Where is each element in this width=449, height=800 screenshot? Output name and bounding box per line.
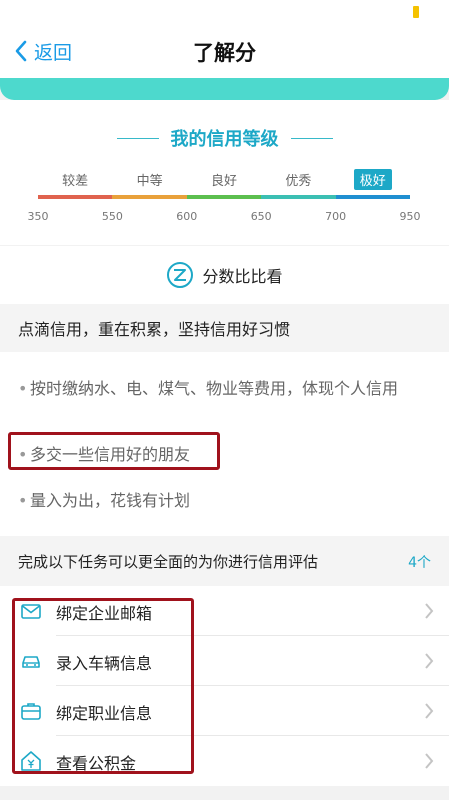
grade-segment <box>261 195 336 199</box>
chevron-right-icon <box>425 703 434 719</box>
score-tick: 350 <box>27 210 49 223</box>
task-label: 录入车辆信息 <box>56 654 153 673</box>
nav-bar: 返回 了解分 <box>0 22 449 78</box>
grade-segment <box>186 195 262 199</box>
grade-label: 中等 <box>136 174 163 189</box>
score-compare-button[interactable]: 分数比比看 <box>0 246 449 304</box>
tasks-header: 完成以下任务可以更全面的为你进行信用评估 4个 <box>0 536 449 586</box>
tasks-list: 绑定企业邮箱 录入车辆信息 绑定职业信息 查看公积金 <box>0 586 449 786</box>
battery-icon <box>413 6 419 18</box>
grade-label: 良好 <box>210 174 238 189</box>
chevron-right-icon <box>425 653 434 669</box>
grade-segment <box>335 195 411 199</box>
tasks-header-label: 完成以下任务可以更全面的为你进行信用评估 <box>18 553 319 571</box>
grade-scale-bar <box>38 195 411 199</box>
title-divider-right <box>290 137 333 139</box>
car-icon <box>22 656 40 668</box>
page-title: 了解分 <box>193 41 256 65</box>
grade-label: 极好 <box>353 169 392 190</box>
credit-level-card: 我的信用等级 较差 中等 良好 优秀 极好 350 550 600 650 700 950 <box>0 100 449 245</box>
score-ticks: 350 550 600 650 700 950 <box>28 210 421 226</box>
task-label: 查看公积金 <box>56 754 137 773</box>
chevron-right-icon <box>425 753 434 769</box>
score-tick: 950 <box>399 210 421 223</box>
task-housing-fund[interactable]: 查看公积金 <box>0 736 449 786</box>
level-title-row: 我的信用等级 <box>0 126 449 150</box>
briefcase-icon <box>21 703 41 720</box>
task-bind-email[interactable]: 绑定企业邮箱 <box>0 586 449 636</box>
score-tick: 550 <box>101 210 123 223</box>
score-tick: 650 <box>250 210 272 223</box>
grade-segment <box>112 195 187 199</box>
chevron-right-icon <box>425 603 434 619</box>
tip-item: 量入为出，花钱有计划 <box>18 490 419 512</box>
status-bar <box>0 0 449 22</box>
task-label: 绑定职业信息 <box>56 704 153 723</box>
tip-item: 按时缴纳水、电、煤气、物业等费用，体现个人信用 <box>18 378 419 400</box>
compare-icon <box>167 262 194 288</box>
compare-label: 分数比比看 <box>202 267 283 286</box>
tips-list: 按时缴纳水、电、煤气、物业等费用，体现个人信用 多交一些信用好的朋友 量入为出，… <box>0 352 449 536</box>
task-vehicle-info[interactable]: 录入车辆信息 <box>0 636 449 686</box>
mail-icon <box>21 604 41 619</box>
grade-label: 优秀 <box>285 174 312 189</box>
grade-label: 较差 <box>62 174 89 189</box>
task-job-info[interactable]: 绑定职业信息 <box>0 686 449 736</box>
grade-labels: 较差 中等 良好 优秀 极好 <box>38 169 410 192</box>
title-divider-left <box>116 137 159 139</box>
tip-item: 多交一些信用好的朋友 <box>18 444 419 466</box>
score-tick: 700 <box>325 210 347 223</box>
task-label: 绑定企业邮箱 <box>56 604 153 623</box>
tasks-count-badge: 4个 <box>408 555 431 571</box>
score-tick: 600 <box>176 210 198 223</box>
score-header-band <box>0 78 449 100</box>
grade-segment <box>38 195 113 199</box>
level-title: 我的信用等级 <box>170 129 279 150</box>
house-fund-icon <box>21 751 41 771</box>
tips-header: 点滴信用，重在积累，坚持信用好习惯 <box>0 304 449 352</box>
